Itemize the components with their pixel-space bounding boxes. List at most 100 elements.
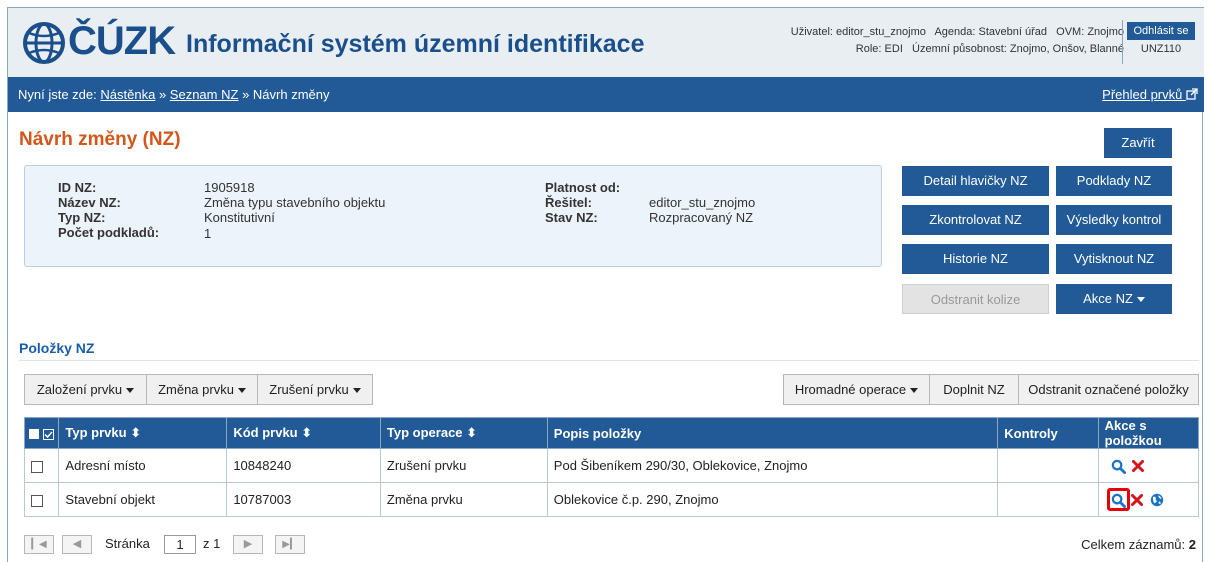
nz-actions-dropdown[interactable]: Akce NZ [1056, 284, 1172, 314]
items-table: Typ prvku ⬍ Kód prvku ⬍ Typ operace ⬍ Po… [23, 417, 1200, 517]
solver-value: editor_stu_znojmo [649, 195, 756, 210]
print-button[interactable]: Vytisknout NZ [1056, 244, 1172, 274]
page-of-label: z 1 [203, 536, 221, 551]
sort-icon: ⬍ [466, 425, 478, 440]
checkbox-checked-icon [42, 428, 54, 440]
prev-page-icon[interactable]: ◀ [62, 535, 92, 554]
caret-down-icon [237, 388, 246, 394]
external-link-icon [1186, 88, 1198, 100]
name-value: Změna typu stavebního objektu [204, 195, 386, 210]
cancel-element-label: Zrušení prvku [269, 382, 349, 397]
highlighted-detail-action [1106, 488, 1130, 511]
change-element-dropdown[interactable]: Změna prvku [146, 374, 258, 405]
row-checkbox[interactable] [31, 494, 43, 507]
breadcrumb-link-dashboard[interactable]: Nástěnka [100, 87, 155, 102]
cell-checks [997, 482, 1099, 517]
breadcrumb: Nyní jste zde: Nástěnka » Seznam NZ » Ná… [18, 87, 330, 102]
type-label: Typ NZ: [58, 210, 106, 225]
next-page-icon[interactable]: ▶ [233, 535, 263, 554]
cancel-element-dropdown[interactable]: Zrušení prvku [257, 374, 373, 405]
count-value: 1 [204, 226, 212, 241]
cell-type: Stavební objekt [58, 482, 228, 517]
cell-operation: Změna prvku [379, 482, 548, 517]
caret-down-icon [126, 388, 135, 394]
detail-header-button[interactable]: Detail hlavičky NZ [902, 166, 1049, 196]
globe-icon[interactable] [1150, 493, 1164, 507]
cell-code: 10848240 [226, 448, 381, 483]
select-all-header[interactable] [23, 417, 60, 449]
remove-marked-button[interactable]: Odstranit označené položky [1018, 374, 1199, 405]
divider [19, 360, 1199, 361]
breadcrumb-separator: » [158, 87, 167, 102]
valid-label: Platnost od: [545, 180, 621, 195]
bulk-operations-label: Hromadné operace [794, 382, 907, 397]
app-title: Informační systém územní identifikace [186, 30, 645, 58]
column-header-operation[interactable]: Typ operace ⬍ [379, 417, 548, 449]
page-label: Stránka [105, 536, 150, 551]
close-button[interactable]: Zavřít [1104, 128, 1172, 158]
cell-actions [1097, 482, 1200, 517]
cell-type: Adresní místo [58, 448, 228, 483]
nz-info-panel: ID NZ: 1905918 Název NZ: Změna typu stav… [24, 165, 882, 267]
column-header-code[interactable]: Kód prvku ⬍ [226, 417, 381, 449]
column-header-checks: Kontroly [997, 417, 1099, 449]
total-records-value: 2 [1188, 537, 1196, 552]
table-header-row: Typ prvku ⬍ Kód prvku ⬍ Typ operace ⬍ Po… [23, 417, 1200, 449]
caret-down-icon [352, 388, 361, 394]
header: ČÚZK Informační systém územní identifika… [8, 7, 1204, 77]
screen-code: UNZ110 [1140, 43, 1182, 55]
total-records-label: Celkem záznamů: [1081, 537, 1186, 552]
globe-logo-icon [23, 22, 65, 64]
id-value: 1905918 [204, 180, 255, 195]
nz-actions-label: Akce NZ [1083, 291, 1133, 306]
last-page-icon[interactable]: ▶▎ [275, 535, 305, 554]
sort-icon: ⬍ [301, 425, 313, 440]
sources-button[interactable]: Podklady NZ [1056, 166, 1172, 196]
column-header-actions: Akce s položkou [1097, 417, 1200, 449]
row-checkbox[interactable] [31, 460, 43, 473]
first-page-icon[interactable]: ▎◀ [24, 535, 54, 554]
overview-link[interactable]: Přehled prvků [1102, 87, 1198, 102]
bulk-operations-dropdown[interactable]: Hromadné operace [783, 374, 930, 405]
cuzk-logo: ČÚZK [20, 18, 180, 68]
check-button[interactable]: Zkontrolovat NZ [902, 205, 1049, 235]
change-element-label: Změna prvku [158, 382, 234, 397]
overview-link-label: Přehled prvků [1102, 87, 1183, 102]
app-frame: ČÚZK Informační systém územní identifika… [7, 7, 1204, 562]
cell-code: 10787003 [226, 482, 381, 517]
table-row: Stavební objekt 10787003 Změna prvku Obl… [23, 482, 1200, 517]
user-info-line1: Uživatel: editor_stu_znojmo Agenda: Stav… [790, 26, 1124, 38]
state-value: Rozpracovaný NZ [649, 210, 754, 225]
breadcrumb-prefix: Nyní jste zde: [18, 87, 97, 102]
column-header-operation-label: Typ operace [386, 425, 463, 440]
logo-text: ČÚZK [68, 19, 176, 63]
logout-button[interactable]: Odhlásit se [1127, 22, 1195, 40]
select-all-checkbox[interactable] [29, 429, 39, 440]
column-header-type[interactable]: Typ prvku ⬍ [58, 417, 228, 449]
column-header-code-label: Kód prvku [233, 425, 298, 440]
breadcrumb-current: Návrh změny [252, 87, 330, 102]
items-section-title: Položky NZ [19, 340, 95, 356]
check-results-button[interactable]: Výsledky kontrol [1056, 205, 1172, 235]
state-label: Stav NZ: [545, 210, 598, 225]
fill-nz-button[interactable]: Doplnit NZ [929, 374, 1019, 405]
delete-icon[interactable] [1131, 493, 1144, 506]
page-input[interactable]: 1 [164, 535, 196, 554]
breadcrumb-link-list[interactable]: Seznam NZ [170, 87, 239, 102]
delete-icon[interactable] [1132, 460, 1145, 473]
history-button[interactable]: Historie NZ [902, 244, 1049, 274]
search-icon[interactable] [1111, 459, 1126, 474]
create-element-dropdown[interactable]: Založení prvku [24, 374, 147, 405]
remove-collisions-button[interactable]: Odstranit kolize [902, 284, 1049, 314]
name-label: Název NZ: [58, 195, 121, 210]
caret-down-icon [910, 388, 919, 394]
page-title: Návrh změny (NZ) [19, 129, 181, 150]
header-divider [1122, 20, 1123, 64]
caret-down-icon [1136, 297, 1145, 303]
breadcrumb-separator: » [242, 87, 250, 102]
user-info-line2: Role: EDI Územní působnost: Znojmo, Onšo… [855, 43, 1124, 55]
column-header-description: Popis položky [546, 417, 999, 449]
search-icon[interactable] [1111, 493, 1126, 508]
cell-operation: Zrušení prvku [379, 448, 548, 483]
solver-label: Řešitel: [545, 195, 592, 210]
